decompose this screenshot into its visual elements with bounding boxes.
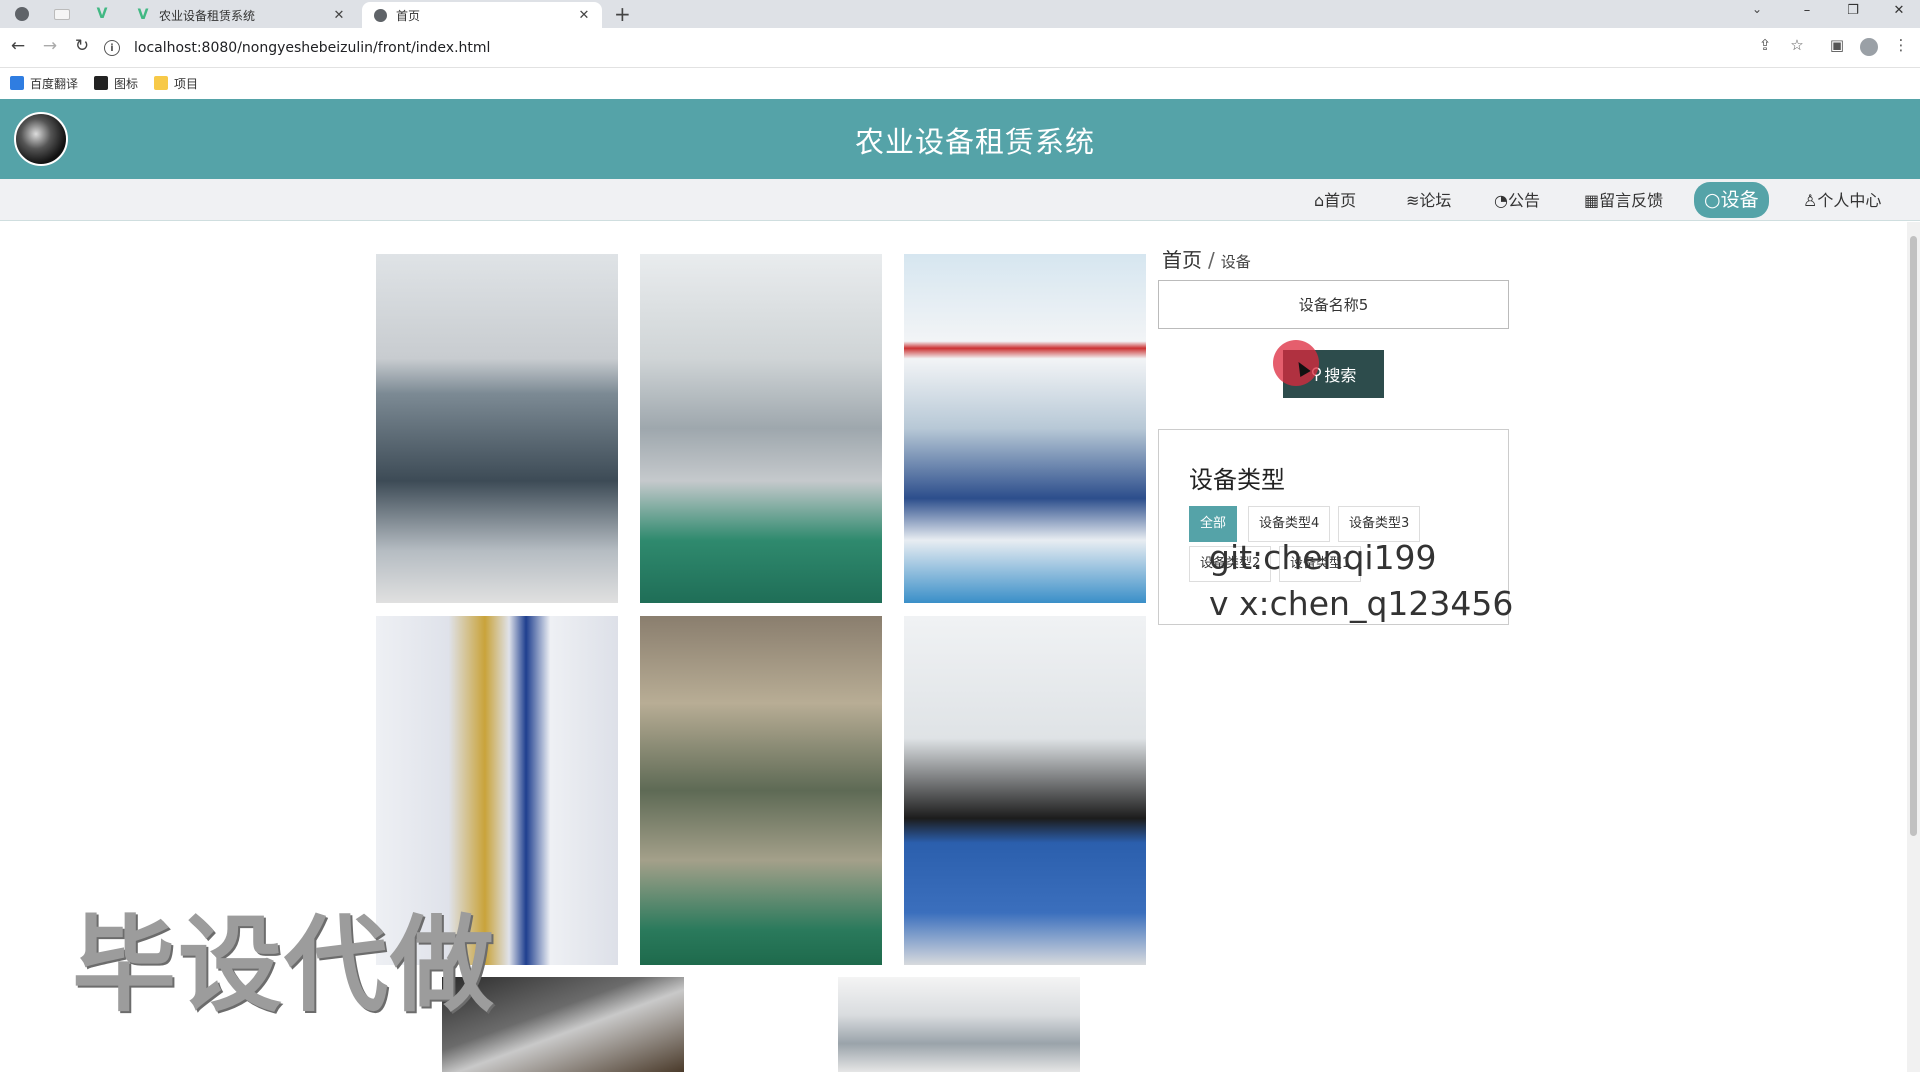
- minimize-button[interactable]: –: [1784, 0, 1830, 28]
- nav-feedback[interactable]: ▦留言反馈: [1584, 187, 1663, 215]
- graduation-cap-icon: ≋: [1406, 191, 1420, 210]
- nav-label: 设备: [1720, 189, 1759, 211]
- nav-equipment[interactable]: ○设备: [1694, 182, 1769, 218]
- equipment-card[interactable]: [904, 616, 1146, 965]
- scrollbar-thumb[interactable]: [1910, 236, 1917, 836]
- circle-icon: ○: [1704, 189, 1721, 211]
- equipment-image: [838, 977, 1080, 1072]
- message-board-icon: ▦: [1584, 191, 1600, 210]
- tab-home[interactable]: 首页 ✕: [362, 2, 602, 28]
- forward-icon[interactable]: →: [38, 36, 62, 56]
- pinned-tab-3[interactable]: V: [86, 2, 118, 26]
- watermark-git: git:chenqi199: [1209, 538, 1437, 577]
- site-header: 农业设备租赁系统: [0, 99, 1920, 179]
- vue-icon: V: [137, 7, 149, 23]
- type-tag[interactable]: 设备类型3: [1338, 506, 1421, 542]
- type-tag[interactable]: 设备类型4: [1248, 506, 1331, 542]
- equipment-image: [376, 254, 618, 603]
- site-title: 农业设备租赁系统: [854, 125, 1095, 159]
- nav-profile[interactable]: ♙个人中心: [1803, 187, 1881, 215]
- nav-home[interactable]: ⌂首页: [1314, 187, 1356, 215]
- share-icon[interactable]: ⇪: [1754, 36, 1776, 54]
- menu-icon[interactable]: ⋮: [1890, 36, 1912, 54]
- breadcrumb-separator: /: [1208, 248, 1215, 272]
- equipment-image: [904, 254, 1146, 603]
- address-bar: ← → ↻ i localhost:8080/nongyeshebeizulin…: [0, 28, 1920, 68]
- search-button-label: 搜索: [1324, 368, 1357, 385]
- tab-title: 农业设备租赁系统: [159, 8, 256, 23]
- url-field[interactable]: i localhost:8080/nongyeshebeizulin/front…: [104, 34, 1744, 62]
- site-nav: ⌂首页 ≋论坛 ◔公告 ▦留言反馈 ○设备 ♙个人中心: [0, 179, 1920, 221]
- bookmark-label: 项目: [174, 76, 199, 91]
- nav-label: 首页: [1324, 191, 1357, 210]
- star-icon[interactable]: ☆: [1786, 36, 1808, 54]
- globe-icon: [372, 7, 388, 23]
- bookmarks-bar: 百度翻译 图标 项目: [0, 68, 1920, 98]
- vue-icon: V: [96, 6, 108, 22]
- pinned-tab-2[interactable]: [46, 2, 78, 26]
- equipment-card[interactable]: [640, 254, 882, 603]
- globe-icon: [15, 7, 29, 21]
- type-tag-all[interactable]: 全部: [1189, 506, 1238, 542]
- pinned-tab-1[interactable]: [6, 2, 38, 26]
- nav-label: 公告: [1507, 191, 1540, 210]
- close-icon[interactable]: ✕: [331, 8, 347, 23]
- user-icon: ♙: [1803, 191, 1818, 210]
- search-input[interactable]: [1158, 280, 1509, 329]
- translate-icon: [10, 76, 24, 90]
- profile-icon[interactable]: [1860, 38, 1878, 56]
- tab-system[interactable]: V 农业设备租赁系统 ✕: [125, 2, 357, 28]
- bookmark-label: 图标: [114, 76, 139, 91]
- nav-forum[interactable]: ≋论坛: [1406, 187, 1451, 215]
- window-controls: – ❐ ✕: [1784, 0, 1920, 28]
- page-icon: [54, 8, 70, 20]
- breadcrumb-current: 设备: [1220, 253, 1251, 271]
- equipment-card[interactable]: [904, 254, 1146, 603]
- page-scrollbar[interactable]: [1907, 222, 1920, 1072]
- bookmark-label: 百度翻译: [30, 76, 79, 91]
- equipment-card[interactable]: [640, 616, 882, 965]
- home-icon: ⌂: [1314, 191, 1325, 210]
- dashboard-icon: ◔: [1494, 191, 1508, 210]
- equipment-image: [904, 616, 1146, 965]
- new-tab-button[interactable]: +: [614, 3, 631, 25]
- bookmark-projects[interactable]: 项目: [154, 75, 198, 92]
- tab-title: 首页: [396, 8, 421, 23]
- tab-search-icon[interactable]: ⌄: [1752, 2, 1762, 16]
- reload-icon[interactable]: ↻: [70, 36, 94, 56]
- nav-label: 论坛: [1419, 191, 1452, 210]
- close-icon[interactable]: ✕: [576, 8, 592, 23]
- breadcrumb-home[interactable]: 首页: [1162, 248, 1202, 272]
- breadcrumb: 首页 / 设备: [1162, 244, 1251, 273]
- bookmark-translate[interactable]: 百度翻译: [10, 75, 78, 92]
- browser-tab-bar: V V 农业设备租赁系统 ✕ 首页 ✕ + ⌄ – ❐ ✕: [0, 0, 1920, 28]
- equipment-card[interactable]: [838, 977, 1080, 1072]
- restore-button[interactable]: ❐: [1830, 0, 1876, 28]
- nav-notice[interactable]: ◔公告: [1494, 187, 1540, 215]
- equipment-image: [640, 254, 882, 603]
- sidebar-icon[interactable]: ▣: [1826, 36, 1848, 54]
- watermark-banner: 毕设代做: [72, 904, 497, 1026]
- type-panel-title: 设备类型: [1189, 466, 1285, 494]
- url-text: localhost:8080/nongyeshebeizulin/front/i…: [134, 40, 491, 56]
- nav-label: 个人中心: [1817, 191, 1882, 210]
- equipment-card[interactable]: [376, 254, 618, 603]
- watermark-wechat: v x:chen_q123456: [1209, 584, 1514, 623]
- nav-label: 留言反馈: [1599, 191, 1664, 210]
- close-window-button[interactable]: ✕: [1876, 0, 1920, 28]
- back-icon[interactable]: ←: [6, 36, 30, 56]
- bookmark-icons[interactable]: 图标: [94, 75, 138, 92]
- info-icon[interactable]: i: [104, 40, 120, 56]
- equipment-image: [640, 616, 882, 965]
- image-icon: [94, 76, 109, 90]
- folder-icon: [154, 76, 169, 90]
